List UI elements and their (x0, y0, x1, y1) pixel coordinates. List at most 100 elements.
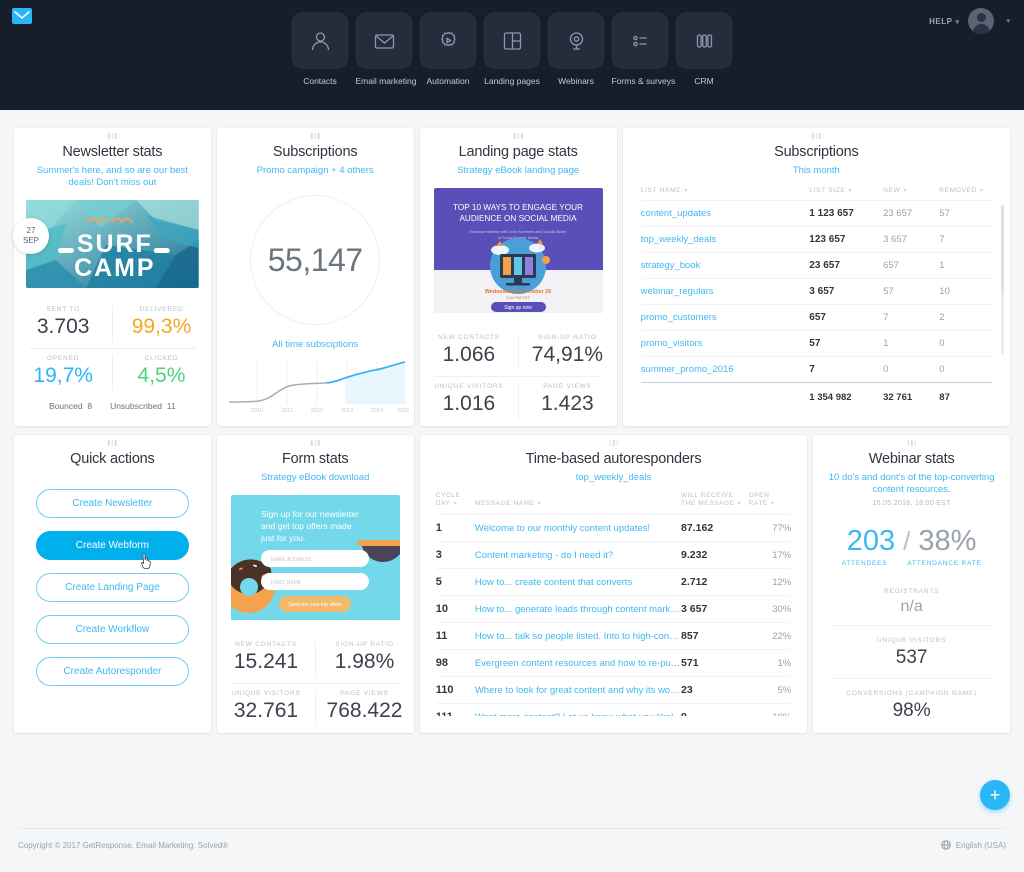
nav-tile-automation[interactable] (419, 12, 477, 69)
message-name-link[interactable]: Evergreen content resources and how to r… (474, 649, 682, 677)
table-row[interactable]: top_weekly_deals 123 657 3 657 7 (640, 226, 992, 253)
list-name-link[interactable]: promo_visitors (640, 330, 810, 357)
landing-page-creative-image: TOP 10 WAYS TO ENGAGE YOUR AUDIENCE ON S… (433, 188, 603, 313)
open-rate: 17% (748, 541, 792, 569)
message-name-link[interactable]: Welcome to our monthly content updates! (474, 514, 682, 542)
table-row[interactable]: 10 How to... generate leads through conte… (435, 595, 792, 623)
subscriptions-period-link[interactable]: This month (623, 165, 1010, 177)
table-row[interactable]: 110 Where to look for great content and w… (435, 676, 792, 704)
table-row[interactable]: webinar_regulars 3 657 57 10 (640, 278, 992, 305)
col-list-size[interactable]: LIST SIZE ▾ (809, 177, 883, 201)
list-size: 657 (809, 304, 884, 331)
message-name-link[interactable]: Content marketing - do I need it? (474, 541, 682, 569)
account-chevron-down-icon[interactable]: ▾ (1006, 17, 1010, 25)
create-newsletter-button[interactable]: Create Newsletter (36, 489, 189, 518)
nav-tile-webinars[interactable] (547, 12, 605, 69)
form-stats-link[interactable]: Strategy eBook download (217, 472, 414, 484)
list-name-link[interactable]: summer_promo_2016 (640, 356, 810, 383)
nav-item-email-marketing[interactable]: Email marketing (355, 12, 416, 86)
table-scrollbar[interactable] (1001, 205, 1004, 355)
create-landing-page-button[interactable]: Create Landing Page (36, 573, 189, 602)
card-drag-handle[interactable] (108, 440, 117, 446)
card-drag-handle[interactable] (108, 133, 117, 139)
cycle-day: 111 (435, 703, 475, 716)
col-list-name[interactable]: LIST NAME ▾ (641, 177, 810, 201)
list-name-link[interactable]: top_weekly_deals (640, 226, 810, 253)
nav-item-automation[interactable]: Automation (419, 12, 477, 86)
table-row[interactable]: promo_customers 657 7 2 (640, 304, 992, 331)
card-drag-handle[interactable] (812, 133, 821, 139)
nav-item-webinars[interactable]: Webinars (547, 12, 605, 86)
col-removed[interactable]: REMOVED ▾ (939, 177, 992, 201)
autoresponders-campaign-link[interactable]: top_weekly_deals (420, 472, 808, 484)
table-row[interactable]: summer_promo_2016 7 0 0 (640, 356, 992, 383)
card-drag-handle[interactable] (907, 440, 916, 446)
list-name-link[interactable]: webinar_regulars (640, 278, 810, 305)
table-row[interactable]: 11 How to... talk so people listed. Into … (435, 622, 792, 650)
table-row[interactable]: 98 Evergreen content resources and how to… (435, 649, 792, 677)
nav-tile-email-marketing[interactable] (355, 12, 413, 69)
webinar-date: 15.05.2016, 18:00 EST (872, 500, 951, 507)
col-open-rate[interactable]: OPEN RATE ▾ (749, 484, 792, 515)
landing-page-creative-preview[interactable]: TOP 10 WAYS TO ENGAGE YOUR AUDIENCE ON S… (433, 188, 603, 318)
will-receive: 23 (681, 676, 749, 704)
col-will-receive[interactable]: WILL RECEIVE THE MESSAGE ▾ (681, 484, 749, 515)
nav-tile-landing-pages[interactable] (483, 12, 541, 69)
webinar-link[interactable]: 10 do's and dont's of the top-converting… (813, 472, 1010, 496)
table-row[interactable]: 5 How to... create content that converts 2… (435, 568, 792, 596)
card-drag-handle[interactable] (513, 133, 523, 139)
message-name-link[interactable]: Want more content? Let us know what you … (474, 703, 682, 716)
table-row[interactable]: strategy_book 23 657 657 1 (640, 252, 992, 279)
table-row[interactable]: content_updates 1 123 657 23 657 57 (640, 200, 992, 227)
nav-item-contacts[interactable]: Contacts (291, 12, 349, 86)
card-drag-handle[interactable] (311, 440, 320, 446)
form-creative-preview[interactable]: Sign up for our newsletter and get top o… (230, 495, 400, 625)
scrollbar-thumb[interactable] (1001, 205, 1004, 295)
date-month: SEP (22, 236, 39, 245)
col-cycle-day[interactable]: CYCLE DAY ▾ (436, 484, 475, 515)
add-widget-fab[interactable]: + (980, 780, 1010, 810)
create-webform-button[interactable]: Create Webform (36, 531, 189, 569)
table-row[interactable]: 111Want more content? Let us know what y… (435, 703, 792, 716)
header-right-controls: HELP ▾ ▾ (929, 8, 1010, 34)
list-size: 1 123 657 (809, 200, 884, 227)
help-menu[interactable]: HELP ▾ (929, 17, 959, 26)
table-row[interactable]: 1 Welcome to our monthly content updates!… (435, 514, 792, 542)
cycle-day: 1 (435, 514, 475, 542)
list-name-link[interactable]: strategy_book (640, 252, 810, 279)
avatar[interactable] (968, 8, 995, 34)
nav-tile-forms-surveys[interactable] (611, 12, 669, 69)
table-row[interactable]: promo_visitors 57 1 0 (640, 330, 992, 357)
nav-item-forms-surveys[interactable]: Forms & surveys (611, 12, 675, 86)
nav-item-landing-pages[interactable]: Landing pages (483, 12, 541, 86)
newsletter-subject-link[interactable]: Summer's here, and so are our best deals… (14, 165, 211, 189)
sort-arrow-icon: ▾ (848, 188, 853, 194)
stat-separator: / (903, 526, 911, 556)
list-name-link[interactable]: promo_customers (640, 304, 810, 331)
card-drag-handle[interactable] (609, 440, 618, 446)
subscriptions-campaign-link[interactable]: Promo campaign + 4 others (217, 165, 414, 177)
message-name-link[interactable]: Where to look for great content and why … (474, 676, 682, 704)
create-autoresponder-button[interactable]: Create Autoresponder (36, 657, 189, 686)
message-name-link[interactable]: How to... create content that converts (474, 568, 682, 596)
nav-tile-crm[interactable] (675, 12, 733, 69)
language-selector[interactable]: English (USA) (940, 840, 1006, 850)
create-workflow-button[interactable]: Create Workflow (36, 615, 189, 644)
newsletter-creative-preview[interactable]: SURF CAMP 27 SEP (13, 200, 199, 288)
list-name-link[interactable]: content_updates (640, 200, 810, 227)
col-message-name[interactable]: MESSAGE NAME ▾ (475, 484, 681, 515)
surf-camp-creative-image: SURF CAMP (26, 200, 199, 288)
all-time-subscriptions-link[interactable]: All time subsciptions (217, 339, 414, 350)
card-drag-handle[interactable] (310, 133, 320, 139)
removed-count: 2 (939, 304, 992, 331)
stat-clicked: CLICKED 4,5% (112, 349, 210, 397)
message-name-link[interactable]: How to... generate leads through content… (474, 595, 682, 623)
nav-tile-contacts[interactable] (291, 12, 349, 69)
landing-page-link[interactable]: Strategy eBook landing page (420, 165, 617, 177)
footer-divider (18, 828, 1006, 829)
col-new[interactable]: NEW ▾ (883, 177, 939, 201)
brand-logo-icon[interactable] (12, 8, 32, 24)
message-name-link[interactable]: How to... talk so people listed. Into to… (474, 622, 682, 650)
table-row[interactable]: 3 Content marketing - do I need it? 9.232 1… (435, 541, 792, 569)
nav-item-crm[interactable]: CRM (675, 12, 733, 86)
